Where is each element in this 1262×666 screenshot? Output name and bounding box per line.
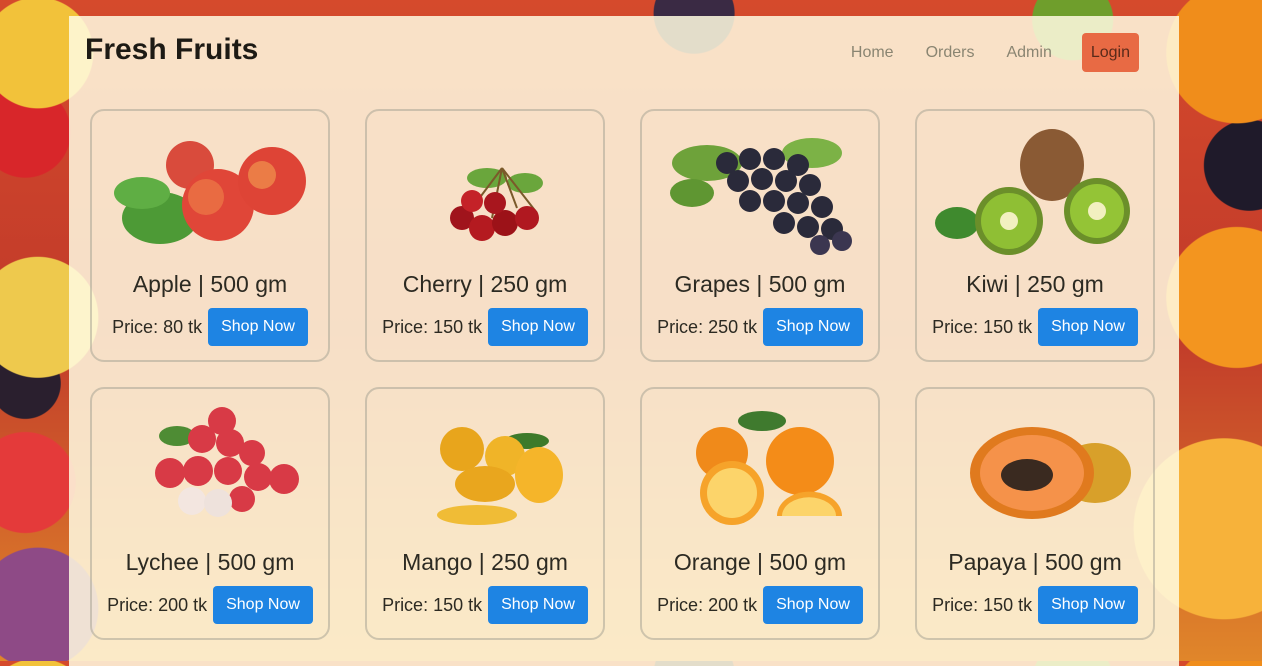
shop-now-button-cherry[interactable]: Shop Now bbox=[488, 308, 588, 346]
price-row: Price: 150 tk Shop Now bbox=[367, 308, 603, 346]
price-row: Price: 80 tk Shop Now bbox=[92, 308, 328, 346]
orange-image bbox=[696, 411, 842, 525]
product-price: Price: 150 tk bbox=[932, 316, 1033, 337]
shop-now-button-orange[interactable]: Shop Now bbox=[763, 586, 863, 624]
product-price: Price: 250 tk bbox=[657, 316, 758, 337]
kiwi-image bbox=[935, 129, 1130, 255]
price-row: Price: 150 tk Shop Now bbox=[917, 586, 1153, 624]
price-row: Price: 200 tk Shop Now bbox=[642, 586, 878, 624]
product-title: Grapes | 500 gm bbox=[674, 271, 846, 297]
price-row: Price: 150 tk Shop Now bbox=[917, 308, 1153, 346]
shop-now-button-lychee[interactable]: Shop Now bbox=[213, 586, 313, 624]
product-title: Papaya | 500 gm bbox=[948, 549, 1122, 575]
product-card-kiwi: Kiwi | 250 gm Price: 150 tk Shop Now bbox=[915, 109, 1155, 362]
product-price: Price: 150 tk bbox=[932, 594, 1033, 615]
shop-now-button-apple[interactable]: Shop Now bbox=[208, 308, 308, 346]
content-panel: Fresh Fruits Home Orders Admin Login App… bbox=[69, 16, 1179, 666]
price-row: Price: 250 tk Shop Now bbox=[642, 308, 878, 346]
papaya-image bbox=[970, 427, 1131, 519]
cherry-image bbox=[450, 167, 543, 241]
login-button[interactable]: Login bbox=[1081, 33, 1139, 72]
product-title: Cherry | 250 gm bbox=[402, 271, 568, 297]
product-title: Lychee | 500 gm bbox=[125, 549, 295, 575]
shop-now-button-papaya[interactable]: Shop Now bbox=[1038, 586, 1138, 624]
product-card-cherry: Cherry | 250 gm Price: 150 tk Shop Now bbox=[365, 109, 605, 362]
product-price: Price: 80 tk bbox=[112, 316, 203, 337]
product-title: Kiwi | 250 gm bbox=[966, 271, 1104, 297]
product-card-orange: Orange | 500 gm Price: 200 tk Shop Now bbox=[640, 387, 880, 640]
grapes-image bbox=[670, 138, 852, 255]
product-card-grapes: Grapes | 500 gm Price: 250 tk Shop Now bbox=[640, 109, 880, 362]
shop-now-button-kiwi[interactable]: Shop Now bbox=[1038, 308, 1138, 346]
product-card-papaya: Papaya | 500 gm Price: 150 tk Shop Now bbox=[915, 387, 1155, 640]
product-price: Price: 150 tk bbox=[382, 316, 483, 337]
price-row: Price: 200 tk Shop Now bbox=[92, 586, 328, 624]
product-price: Price: 200 tk bbox=[107, 594, 208, 615]
shop-now-button-grapes[interactable]: Shop Now bbox=[763, 308, 863, 346]
product-price: Price: 200 tk bbox=[657, 594, 758, 615]
shop-now-button-mango[interactable]: Shop Now bbox=[488, 586, 588, 624]
price-row: Price: 150 tk Shop Now bbox=[367, 586, 603, 624]
product-title: Apple | 500 gm bbox=[132, 271, 288, 297]
product-price: Price: 150 tk bbox=[382, 594, 483, 615]
product-card-apple: Apple | 500 gm Price: 80 tk Shop Now bbox=[90, 109, 330, 362]
brand-title: Fresh Fruits bbox=[85, 33, 259, 66]
product-title: Orange | 500 gm bbox=[673, 549, 847, 575]
lychee-image bbox=[155, 407, 299, 517]
nav-home[interactable]: Home bbox=[835, 36, 910, 70]
nav-orders[interactable]: Orders bbox=[910, 36, 991, 70]
product-card-mango: Mango | 250 gm Price: 150 tk Shop Now bbox=[365, 387, 605, 640]
apple-image bbox=[114, 141, 306, 244]
nav-admin[interactable]: Admin bbox=[990, 36, 1067, 70]
top-nav: Home Orders Admin Login bbox=[835, 33, 1139, 72]
product-title: Mango | 250 gm bbox=[402, 549, 568, 575]
product-card-lychee: Lychee | 500 gm Price: 200 tk Shop Now bbox=[90, 387, 330, 640]
mango-image bbox=[437, 427, 563, 525]
